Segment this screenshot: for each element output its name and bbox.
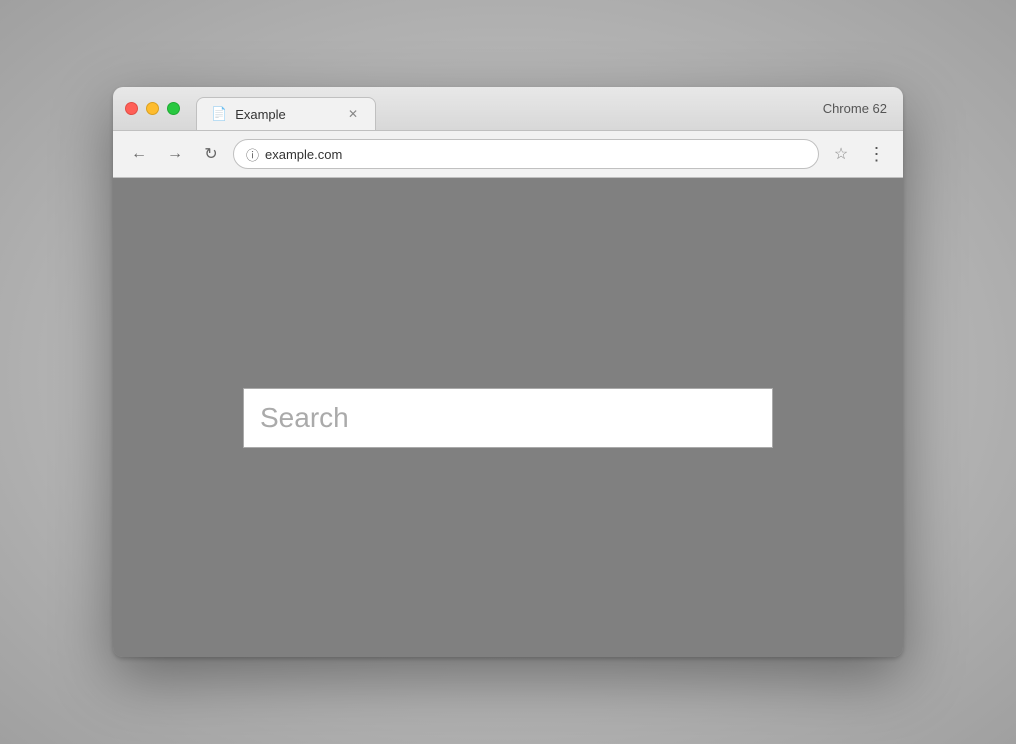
close-button[interactable] bbox=[125, 102, 138, 115]
chrome-version-label: Chrome 62 bbox=[823, 101, 891, 126]
toolbar: ← → ↻ ⓘ ☆ ⋮ bbox=[113, 131, 903, 178]
tab-close-button[interactable]: ✕ bbox=[345, 106, 361, 122]
back-button[interactable]: ← bbox=[125, 140, 153, 168]
page-content bbox=[113, 178, 903, 657]
menu-button[interactable]: ⋮ bbox=[863, 140, 891, 168]
window-controls bbox=[125, 102, 180, 125]
reload-button[interactable]: ↻ bbox=[197, 140, 225, 168]
tab-title: Example bbox=[235, 107, 337, 122]
secure-icon: ⓘ bbox=[246, 145, 259, 164]
address-bar-container: ⓘ bbox=[233, 139, 819, 169]
browser-window: 📄 Example ✕ Chrome 62 ← → ↻ ⓘ ☆ ⋮ bbox=[113, 87, 903, 657]
tabs-area: 📄 Example ✕ bbox=[196, 97, 823, 130]
bookmark-button[interactable]: ☆ bbox=[827, 140, 855, 168]
minimize-button[interactable] bbox=[146, 102, 159, 115]
forward-icon: → bbox=[167, 145, 183, 163]
active-tab[interactable]: 📄 Example ✕ bbox=[196, 97, 376, 130]
reload-icon: ↻ bbox=[204, 144, 217, 164]
star-icon: ☆ bbox=[834, 144, 848, 164]
search-input[interactable] bbox=[243, 388, 773, 448]
dots-icon: ⋮ bbox=[868, 144, 887, 165]
forward-button[interactable]: → bbox=[161, 140, 189, 168]
tab-page-icon: 📄 bbox=[211, 106, 227, 122]
title-bar: 📄 Example ✕ Chrome 62 bbox=[113, 87, 903, 131]
back-icon: ← bbox=[131, 145, 147, 163]
address-bar-input[interactable] bbox=[265, 147, 806, 162]
maximize-button[interactable] bbox=[167, 102, 180, 115]
